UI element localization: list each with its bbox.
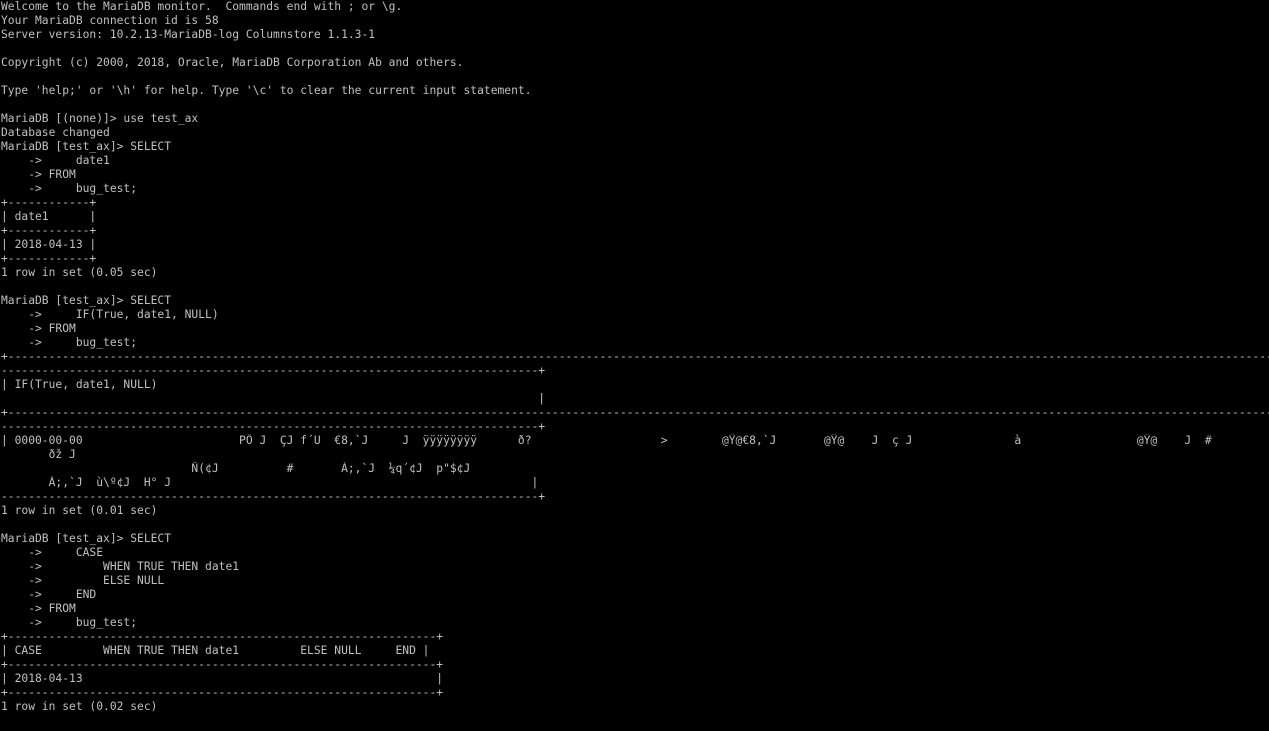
- terminal-line: 1 row in set (0.05 sec): [1, 266, 158, 279]
- terminal-line: MariaDB [test_ax]> SELECT: [1, 294, 172, 307]
- terminal-line: MariaDB [test_ax]> SELECT: [1, 532, 172, 545]
- terminal-line: MariaDB [test_ax]> SELECT: [1, 140, 172, 153]
- terminal-line: Your MariaDB connection id is 58: [1, 14, 219, 27]
- terminal-line: 1 row in set (0.01 sec): [1, 504, 158, 517]
- terminal-line: Ñ(¢J # À;,`J ¼q´¢J p"$¢J: [1, 462, 471, 475]
- terminal-line: +---------------------------------------…: [1, 630, 444, 643]
- terminal-line: MariaDB [(none)]> use test_ax: [1, 112, 199, 125]
- terminal-line: Copyright (c) 2000, 2018, Oracle, MariaD…: [1, 56, 464, 69]
- terminal-line: -> CASE: [1, 546, 104, 559]
- terminal-line: -> END: [1, 588, 97, 601]
- terminal-line: | CASE WHEN TRUE THEN date1 ELSE NULL EN…: [1, 644, 430, 657]
- terminal-line: -> ELSE NULL: [1, 574, 165, 587]
- terminal-line: ----------------------------------------…: [1, 364, 546, 377]
- terminal-line: -> bug_test;: [1, 182, 138, 195]
- terminal-line: +------------+: [1, 196, 97, 209]
- terminal-line: -> bug_test;: [1, 336, 138, 349]
- terminal-line: -> IF(True, date1, NULL): [1, 308, 219, 321]
- terminal-line: | IF(True, date1, NULL): [1, 378, 158, 391]
- terminal-line: 1 row in set (0.02 sec): [1, 700, 158, 713]
- terminal-line: -> FROM: [1, 602, 76, 615]
- terminal-line: Welcome to the MariaDB monitor. Commands…: [1, 0, 403, 13]
- terminal-line: -> FROM: [1, 168, 76, 181]
- terminal-line: +---------------------------------------…: [1, 406, 1269, 419]
- terminal-line: -> date1: [1, 154, 110, 167]
- terminal-line: -> WHEN TRUE THEN date1: [1, 560, 240, 573]
- terminal-line: | 0000-00-00 PÖ J ÇJ f´U €8,`J J ÿÿÿÿÿÿÿ…: [1, 434, 1212, 447]
- terminal-line: | 2018-04-13 |: [1, 238, 97, 251]
- terminal-line: ----------------------------------------…: [1, 420, 546, 433]
- terminal-line: Database changed: [1, 126, 110, 139]
- terminal-line: -> bug_test;: [1, 616, 138, 629]
- terminal-line: -> FROM: [1, 322, 76, 335]
- terminal-line: |: [1, 392, 546, 405]
- terminal-line: Type 'help;' or '\h' for help. Type '\c'…: [1, 84, 532, 97]
- terminal-window[interactable]: Welcome to the MariaDB monitor. Commands…: [1, 0, 1269, 731]
- terminal-line: +------------+: [1, 224, 97, 237]
- terminal-line: Server version: 10.2.13-MariaDB-log Colu…: [1, 28, 376, 41]
- terminal-line: +---------------------------------------…: [1, 350, 1269, 363]
- terminal-line: +---------------------------------------…: [1, 686, 444, 699]
- terminal-line: +---------------------------------------…: [1, 658, 444, 671]
- terminal-line: ----------------------------------------…: [1, 490, 546, 503]
- terminal-line: À;,`J ù\º¢J H° J |: [1, 476, 539, 489]
- terminal-line: | 2018-04-13 |: [1, 672, 444, 685]
- terminal-line: +------------+: [1, 252, 97, 265]
- terminal-line: ðž J: [1, 448, 76, 461]
- terminal-line: | date1 |: [1, 210, 97, 223]
